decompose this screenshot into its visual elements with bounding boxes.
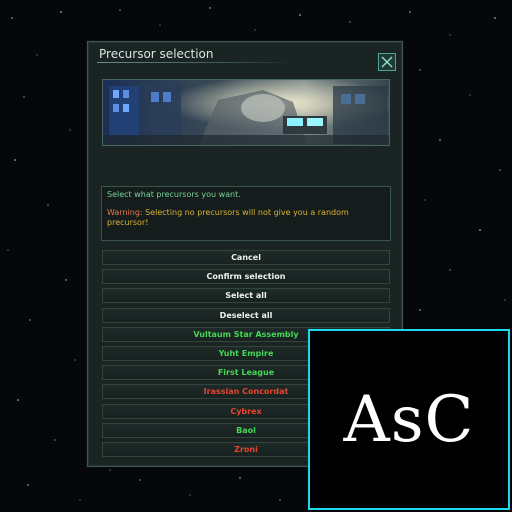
title-underline: [97, 62, 293, 63]
warning-label: Warning:: [107, 208, 143, 217]
select-all-button[interactable]: Select all: [102, 288, 390, 304]
warning-text: Selecting no precursors will not give yo…: [107, 208, 349, 227]
deselect-all-button[interactable]: Deselect all: [102, 307, 390, 323]
banner-image: [102, 79, 390, 146]
cancel-button[interactable]: Cancel: [102, 250, 390, 265]
info-text: Select what precursors you want.: [107, 190, 241, 199]
dialog-title: Precursor selection: [99, 47, 214, 61]
logo-text: AsC: [343, 382, 475, 457]
watermark-logo: AsC: [308, 329, 510, 510]
confirm-selection-button[interactable]: Confirm selection: [102, 269, 390, 285]
warning-message: Warning: Selecting no precursors will no…: [107, 208, 385, 228]
message-box: Select what precursors you want. Warning…: [101, 186, 391, 241]
close-x-icon: [381, 56, 393, 68]
close-button[interactable]: [378, 53, 396, 71]
